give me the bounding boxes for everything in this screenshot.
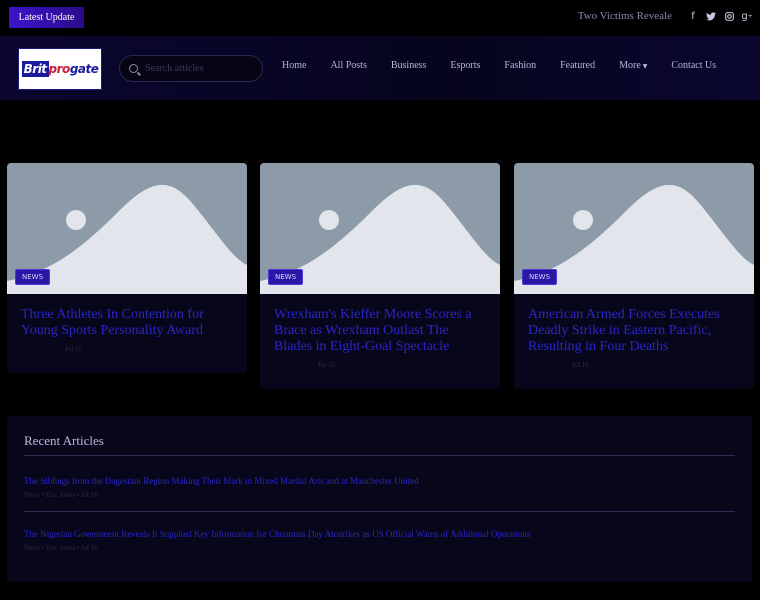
nav-home[interactable]: Home [282,60,306,71]
social-links: f g + [688,9,752,23]
recent-article-link[interactable]: The Nigerian Government Reveals It Suppl… [24,529,530,539]
google-plus-icon[interactable]: g + [741,9,752,23]
recent-article-link[interactable]: The Siblings from the Dagestani Region M… [24,476,419,486]
search-icon [129,64,138,73]
nav-featured[interactable]: Featured [560,60,595,71]
site-logo[interactable]: Brit pro gate [18,48,102,90]
divider [24,455,735,456]
card-title[interactable]: Three Athletes In Contention for Young S… [7,294,247,339]
nav-all-posts[interactable]: All Posts [330,60,366,71]
article-card[interactable]: NEWS Wrexham's Kieffer Moore Scores a Br… [260,163,500,389]
nav-contact-us[interactable]: Contact Us [671,60,716,71]
search-input[interactable] [145,63,255,74]
divider [24,511,735,512]
card-meta: Jul 16 [65,345,82,353]
category-badge[interactable]: NEWS [268,269,304,285]
nav-business[interactable]: Business [391,60,427,71]
section-title: Recent Articles [24,433,104,448]
search-box[interactable] [119,55,263,82]
top-bar: Latest Update Two Victims Reveale f g + [0,0,760,35]
article-card[interactable]: NEWS American Armed Forces Executes Dead… [514,163,754,389]
category-badge[interactable]: NEWS [522,269,558,285]
nav-fashion[interactable]: Fashion [504,60,536,71]
recent-article-meta: News • Eric Jones • Jul 16 [24,544,98,552]
nav-more[interactable]: More ▼ [619,60,647,71]
card-title[interactable]: Wrexham's Kieffer Moore Scores a Brace a… [260,294,500,355]
placeholder-image-icon: NEWS [7,163,247,294]
instagram-icon[interactable] [724,9,734,23]
twitter-icon[interactable] [706,9,716,23]
site-header: Britprogate Home All Posts Business Espo… [0,36,760,100]
main-nav: Home All Posts Business Esports Fashion … [282,60,716,71]
card-meta: Jul 16 [318,361,335,369]
category-badge[interactable]: NEWS [15,269,51,285]
caret-down-icon: ▼ [642,63,648,70]
news-ticker[interactable]: Two Victims Reveale [578,10,672,22]
placeholder-image-icon: NEWS [260,163,500,294]
card-title[interactable]: American Armed Forces Executes Deadly St… [514,294,754,355]
recent-articles-panel: Recent Articles The Siblings from the Da… [7,416,752,582]
nav-esports[interactable]: Esports [450,60,480,71]
latest-update-button[interactable]: Latest Update [9,7,84,28]
article-card[interactable]: NEWS Three Athletes In Contention for Yo… [7,163,247,373]
placeholder-image-icon: NEWS [514,163,754,294]
facebook-icon[interactable]: f [688,9,698,23]
card-meta: Jul 16 [572,361,589,369]
recent-article-meta: News • Eric Jones • Jul 16 [24,491,98,499]
